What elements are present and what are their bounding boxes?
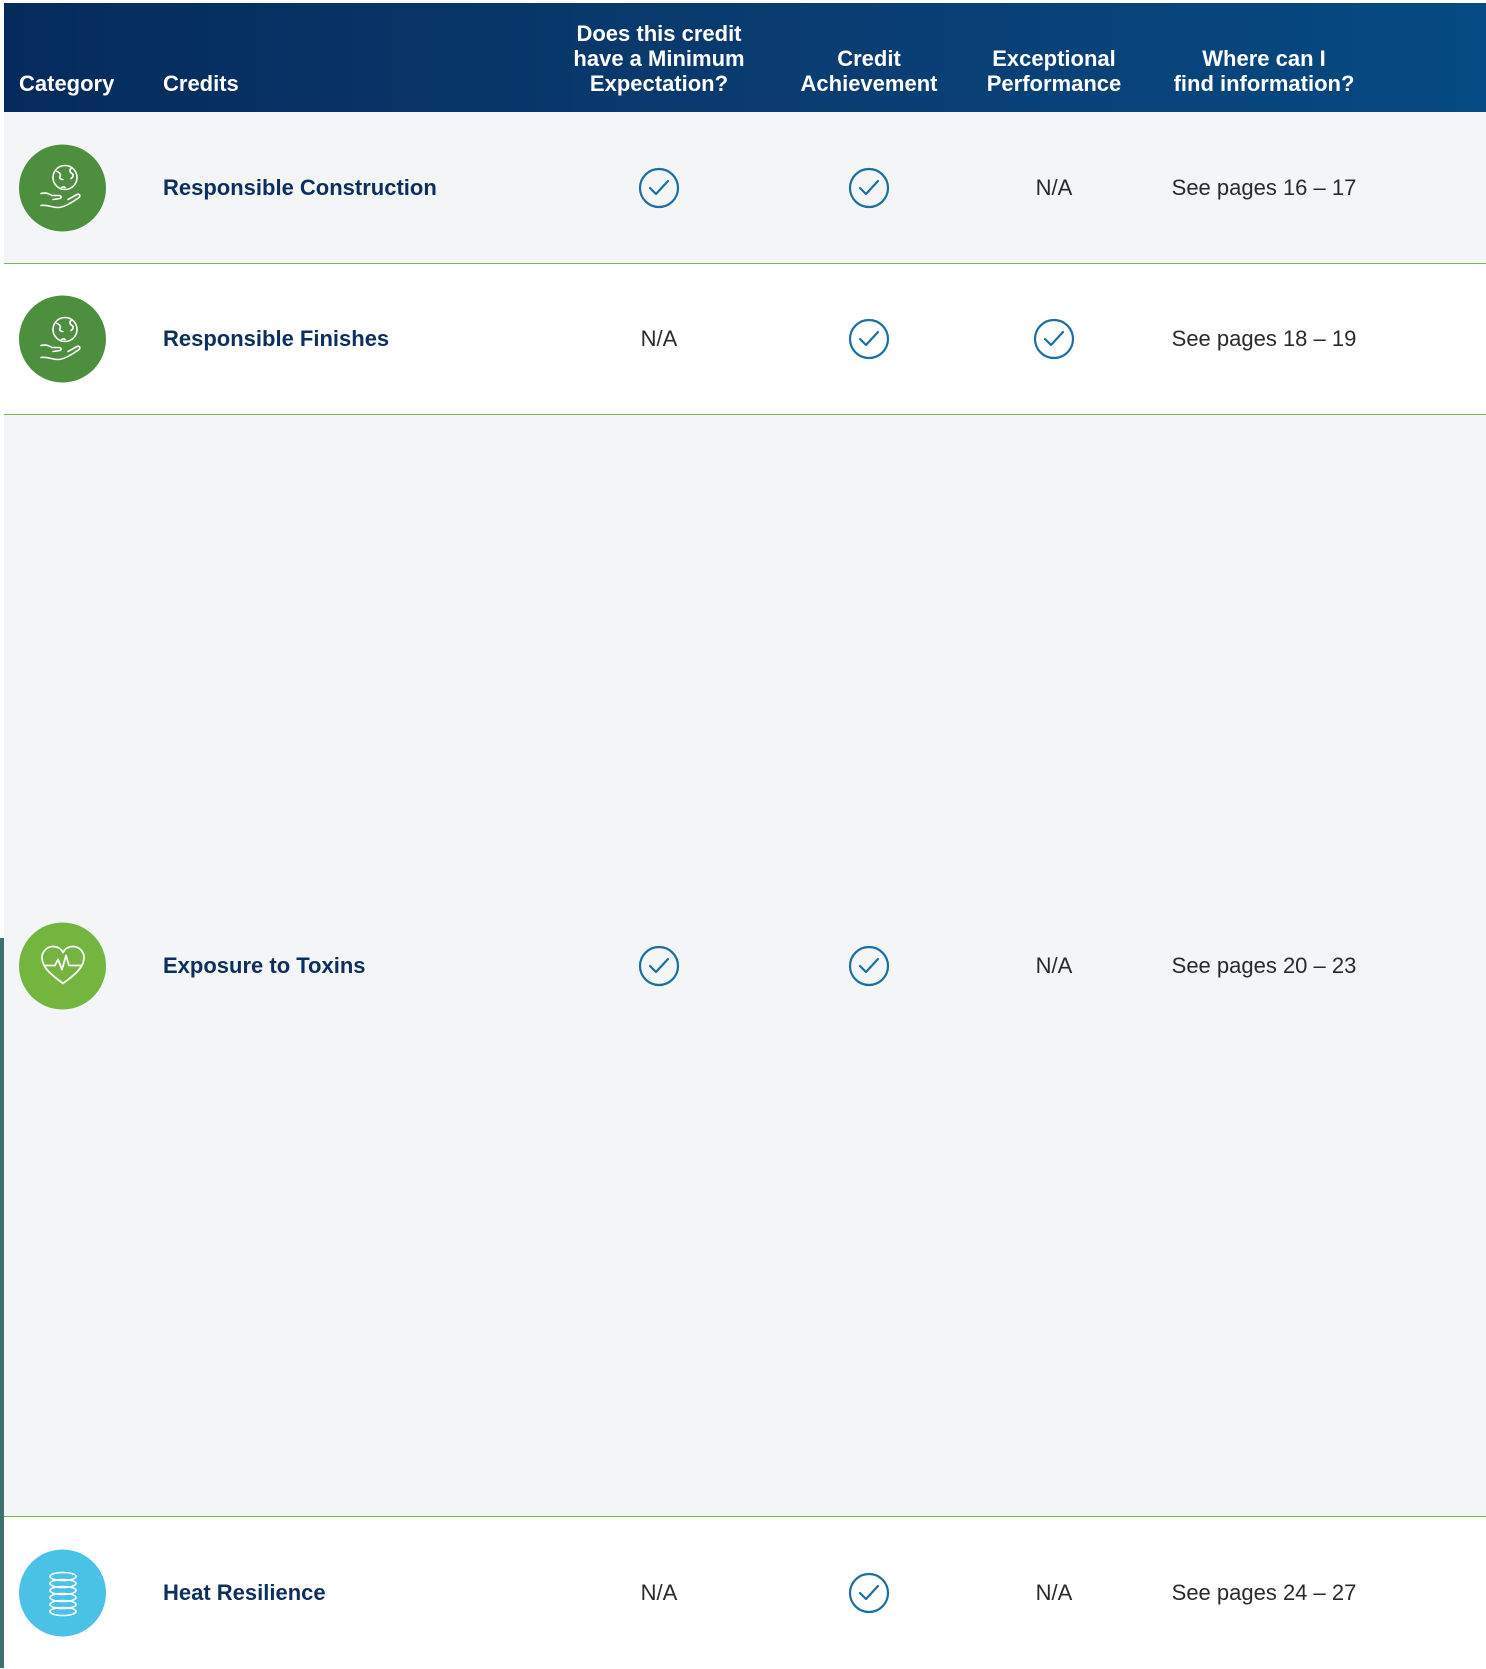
table-header: Category Credits Does this credit have a… — [4, 3, 1486, 112]
check-circle-icon — [848, 167, 890, 208]
credit-achievement-cell — [774, 1572, 964, 1614]
exceptional-performance-cell: N/A — [1035, 174, 1073, 200]
table-row: Heat Resilience N/A N/A See pages 24 – 2… — [4, 1517, 1486, 1669]
minimum-expectation-cell — [549, 167, 769, 209]
heart-pulse-icon — [40, 945, 85, 985]
minimum-expectation-cell: N/A — [640, 1580, 678, 1605]
credit-name: Exposure to Toxins — [163, 952, 366, 978]
credit-achievement-cell — [774, 167, 964, 209]
credit-achievement-cell — [774, 945, 964, 987]
exceptional-performance-cell: N/A — [1035, 1580, 1073, 1605]
coil-icon — [48, 1571, 77, 1616]
minimum-expectation-cell — [549, 945, 769, 987]
header-category: Category — [19, 71, 115, 96]
globe-hand-icon — [39, 316, 81, 360]
category-badge — [19, 295, 106, 383]
header-minimum-expectation: Does this credit have a Minimum Expectat… — [573, 21, 745, 96]
header-credits: Credits — [163, 71, 239, 96]
globe-hand-icon — [39, 164, 81, 209]
minimum-expectation-cell: N/A — [640, 326, 678, 351]
exceptional-performance-cell — [964, 318, 1144, 360]
check-circle-icon — [1033, 318, 1075, 360]
pages-cell: See pages 20 – 23 — [1171, 952, 1357, 978]
exceptional-performance-cell: N/A — [1035, 952, 1073, 978]
category-badge — [19, 922, 106, 1009]
credit-name: Responsible Finishes — [163, 326, 390, 351]
credit-achievement-cell — [774, 318, 964, 360]
credit-name: Heat Resilience — [163, 1580, 326, 1605]
check-circle-icon — [638, 167, 680, 208]
pages-cell: See pages 18 – 19 — [1171, 326, 1357, 351]
table-row: Responsible Construction N/A See pages 1… — [4, 112, 1486, 264]
category-badge — [19, 144, 106, 231]
check-circle-icon — [848, 318, 890, 360]
table-row: Responsible Finishes N/A See pages 18 – … — [4, 264, 1486, 415]
header-credit-achievement: Credit Achievement — [800, 46, 938, 96]
pages-cell: See pages 24 – 27 — [1171, 1580, 1357, 1605]
category-badge — [19, 1549, 106, 1637]
table-row: Exposure to Toxins N/A See pages 20 – 23 — [4, 415, 1486, 1517]
check-circle-icon — [848, 1572, 890, 1614]
pages-cell: See pages 16 – 17 — [1171, 174, 1357, 200]
check-circle-icon — [638, 945, 680, 986]
check-circle-icon — [848, 945, 890, 986]
header-where-info: Where can I find information? — [1173, 46, 1355, 96]
credit-name: Responsible Construction — [163, 174, 437, 200]
header-exceptional-performance: Exceptional Performance — [986, 46, 1122, 96]
credits-table: Category Credits Does this credit have a… — [4, 3, 1486, 1669]
